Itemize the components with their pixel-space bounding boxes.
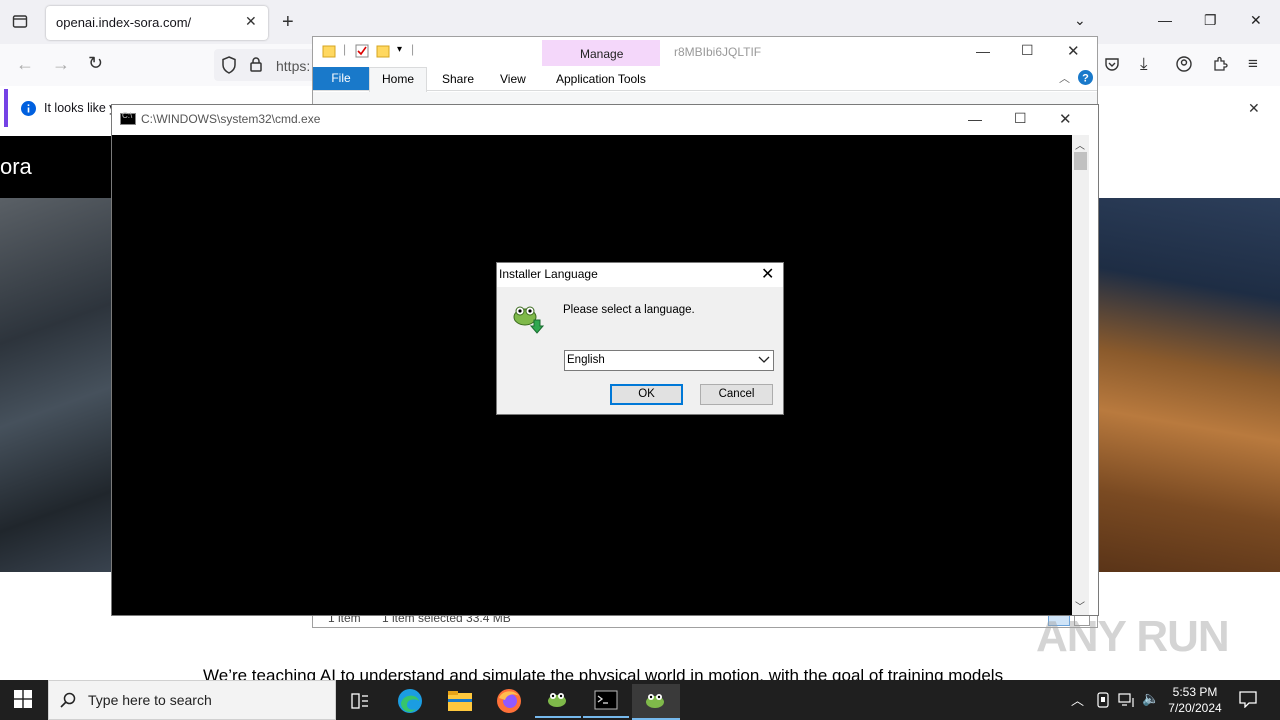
scroll-up-icon[interactable]: ︿: [1075, 137, 1085, 152]
windows-start-icon[interactable]: [14, 690, 32, 708]
qat-dropdown-icon[interactable]: ▾: [397, 44, 402, 55]
forward-icon[interactable]: →: [52, 54, 70, 75]
cmd-close-icon[interactable]: ✕: [1059, 110, 1072, 128]
firefox-icon[interactable]: [486, 684, 532, 718]
folder-icon: [322, 44, 336, 58]
language-select-value: English: [567, 354, 605, 366]
cmd-taskbar-icon[interactable]: [583, 684, 629, 718]
info-notification-text: It looks like y: [44, 101, 116, 115]
cmd-scroll-thumb[interactable]: [1074, 152, 1087, 170]
network-icon[interactable]: [1118, 692, 1136, 708]
hero-video-right: [1097, 198, 1280, 572]
ribbon-collapse-icon[interactable]: ︿: [1059, 70, 1070, 86]
cmd-maximize-icon[interactable]: ☐: [1014, 110, 1027, 127]
browser-restore-icon[interactable]: ❐: [1204, 12, 1217, 29]
new-folder-icon[interactable]: [376, 44, 390, 58]
new-tab-icon[interactable]: +: [282, 12, 294, 32]
browser-minimize-icon[interactable]: —: [1158, 12, 1172, 28]
site-brand[interactable]: ora: [0, 154, 32, 180]
svg-text:?: ?: [1082, 73, 1089, 85]
cmd-scrollbar[interactable]: [1072, 135, 1089, 615]
dialog-close-icon[interactable]: ✕: [761, 264, 774, 284]
taskbar-clock[interactable]: 5:53 PM 7/20/2024: [1162, 684, 1228, 716]
tray-overflow-chevron-icon[interactable]: ︿: [1071, 690, 1084, 709]
tab-view[interactable]: View: [500, 72, 526, 86]
ribbon-tabs: [313, 66, 1097, 91]
reload-icon[interactable]: ↻: [88, 53, 103, 74]
manage-label: Manage: [580, 47, 624, 61]
chevron-down-icon[interactable]: [758, 355, 770, 365]
clock-time: 5:53 PM: [1172, 685, 1218, 699]
cancel-button[interactable]: Cancel: [700, 384, 773, 405]
account-icon[interactable]: [1176, 56, 1192, 72]
taskbar-search-placeholder: Type here to search: [88, 692, 212, 708]
browser-tab-title: openai.index-sora.com/: [56, 15, 192, 30]
search-icon: [60, 692, 76, 708]
help-icon[interactable]: ?: [1078, 70, 1093, 85]
tab-file[interactable]: File: [313, 67, 369, 90]
cmd-minimize-icon[interactable]: —: [968, 111, 982, 127]
cmd-app-icon: C:\: [120, 111, 136, 125]
explorer-close-icon[interactable]: ✕: [1067, 42, 1080, 60]
hero-video-left: [0, 198, 120, 572]
browser-close-icon[interactable]: ✕: [1250, 12, 1262, 29]
anyrun-watermark: ANY RUN: [1036, 612, 1230, 661]
tray-device-icon[interactable]: [1096, 692, 1110, 708]
info-close-icon[interactable]: ✕: [1248, 100, 1260, 117]
back-icon[interactable]: ←: [16, 54, 34, 75]
tab-application-tools[interactable]: Application Tools: [556, 72, 646, 86]
installer-chameleon-icon: [510, 302, 544, 334]
downloads-icon[interactable]: ⤓: [1140, 54, 1148, 74]
scroll-down-icon[interactable]: ﹀: [1075, 598, 1085, 613]
explorer-minimize-icon[interactable]: —: [976, 43, 990, 59]
lock-icon[interactable]: [249, 56, 263, 72]
volume-icon[interactable]: 🔈: [1142, 690, 1159, 707]
tab-home[interactable]: Home: [369, 67, 427, 92]
app-menu-icon[interactable]: ≡: [1248, 54, 1258, 74]
properties-icon[interactable]: [355, 44, 369, 58]
cmd-window-title: C:\WINDOWS\system32\cmd.exe: [141, 112, 321, 126]
qat-separator-2: |: [411, 42, 415, 56]
tab-overflow-chevron-icon[interactable]: ⌄: [1074, 12, 1086, 29]
file-explorer-icon[interactable]: [437, 684, 483, 718]
tab-list-icon[interactable]: [12, 13, 28, 29]
dialog-prompt: Please select a language.: [563, 304, 695, 316]
url-text: https:: [276, 58, 311, 74]
edge-icon[interactable]: [387, 684, 433, 718]
explorer-window-title: r8MBIbi6JQLTIF: [674, 45, 762, 59]
installer-taskbar-icon-active[interactable]: [632, 684, 680, 720]
task-view-icon[interactable]: [337, 684, 383, 718]
ok-button[interactable]: OK: [610, 384, 683, 405]
installer-taskbar-icon[interactable]: [535, 684, 581, 718]
qat-separator: |: [343, 42, 347, 56]
tab-close-icon[interactable]: ✕: [245, 13, 257, 30]
info-icon: [21, 101, 36, 116]
pocket-icon[interactable]: [1104, 56, 1120, 72]
explorer-maximize-icon[interactable]: ☐: [1021, 42, 1034, 59]
tracking-shield-icon[interactable]: [221, 56, 237, 74]
tab-share[interactable]: Share: [442, 72, 474, 86]
clock-date: 7/20/2024: [1168, 701, 1222, 715]
dialog-title: Installer Language: [499, 267, 598, 281]
extensions-icon[interactable]: [1212, 56, 1228, 72]
notifications-icon[interactable]: [1239, 690, 1257, 708]
